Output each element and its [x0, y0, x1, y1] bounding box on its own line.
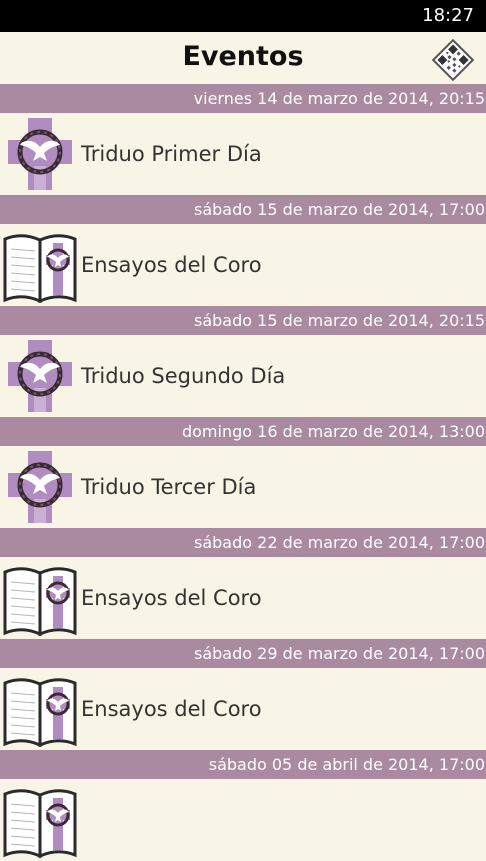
event-row[interactable]: Ensayos del Coro: [0, 557, 486, 639]
event-row[interactable]: Triduo Primer Día: [0, 113, 486, 195]
event-item[interactable]: sábado 15 de marzo de 2014, 20:15 Triduo…: [0, 306, 486, 417]
event-date: sábado 05 de abril de 2014, 17:00: [0, 750, 486, 779]
event-date: sábado 15 de marzo de 2014, 17:00: [0, 195, 486, 224]
cross-dove-icon: [2, 338, 78, 414]
event-title: Triduo Segundo Día: [81, 364, 286, 388]
qr-code-icon: [431, 38, 475, 82]
page-title: Eventos: [182, 41, 304, 72]
event-title: Triduo Tercer Día: [81, 475, 257, 499]
event-row[interactable]: Ensayos del Coro: [0, 668, 486, 750]
event-item[interactable]: sábado 05 de abril de 2014, 17:00: [0, 750, 486, 861]
event-date: viernes 14 de marzo de 2014, 20:15: [0, 84, 486, 113]
cross-dove-icon: [2, 449, 78, 525]
event-date: sábado 29 de marzo de 2014, 17:00: [0, 639, 486, 668]
event-item[interactable]: viernes 14 de marzo de 2014, 20:15 Tridu…: [0, 84, 486, 195]
songbook-icon: [2, 227, 78, 303]
event-item[interactable]: sábado 22 de marzo de 2014, 17:00 Ensayo…: [0, 528, 486, 639]
events-list: viernes 14 de marzo de 2014, 20:15 Tridu…: [0, 84, 486, 861]
cross-dove-icon: [2, 116, 78, 192]
event-item[interactable]: sábado 29 de marzo de 2014, 17:00 Ensayo…: [0, 639, 486, 750]
event-item[interactable]: domingo 16 de marzo de 2014, 13:00 Tridu…: [0, 417, 486, 528]
event-title: Ensayos del Coro: [81, 586, 262, 610]
header: Eventos: [0, 32, 486, 84]
event-title: Ensayos del Coro: [81, 697, 262, 721]
event-row[interactable]: [0, 779, 486, 861]
event-row[interactable]: Triduo Segundo Día: [0, 335, 486, 417]
event-date: sábado 22 de marzo de 2014, 17:00: [0, 528, 486, 557]
event-row[interactable]: Triduo Tercer Día: [0, 446, 486, 528]
songbook-icon: [2, 782, 78, 858]
event-title: Ensayos del Coro: [81, 253, 262, 277]
event-item[interactable]: sábado 15 de marzo de 2014, 17:00 Ensayo…: [0, 195, 486, 306]
event-date: domingo 16 de marzo de 2014, 13:00: [0, 417, 486, 446]
qr-code-button[interactable]: [431, 38, 475, 82]
songbook-icon: [2, 560, 78, 636]
status-bar: 18:27: [0, 0, 486, 32]
event-row[interactable]: Ensayos del Coro: [0, 224, 486, 306]
status-time: 18:27: [422, 5, 474, 26]
songbook-icon: [2, 671, 78, 747]
event-date: sábado 15 de marzo de 2014, 20:15: [0, 306, 486, 335]
event-title: Triduo Primer Día: [81, 142, 262, 166]
